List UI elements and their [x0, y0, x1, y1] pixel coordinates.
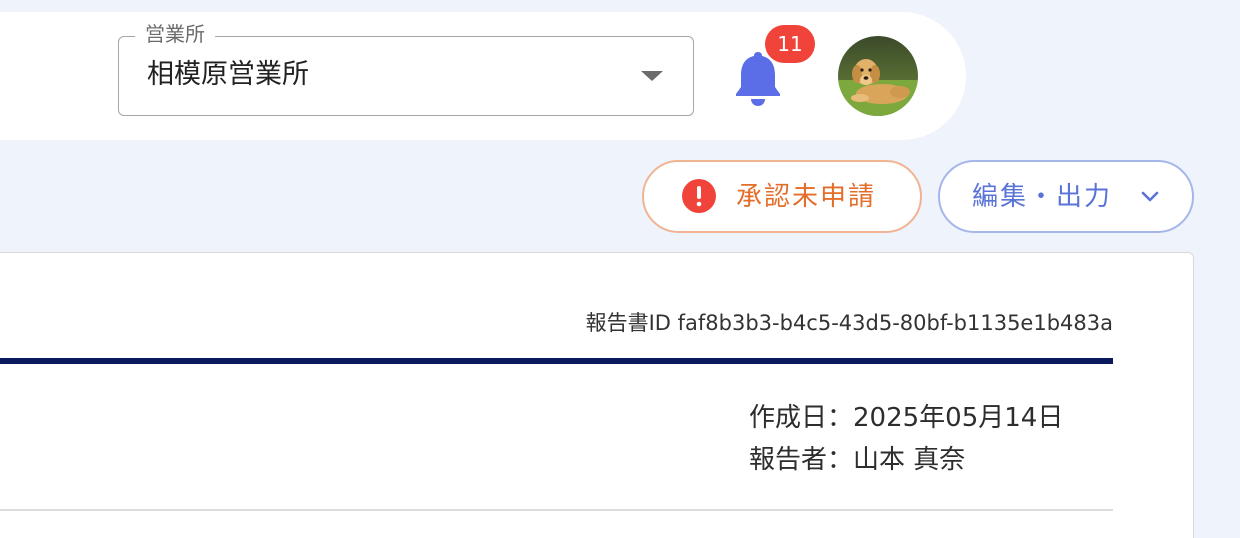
office-select[interactable]: 営業所 相模原営業所: [118, 21, 694, 116]
notification-count-badge: 11: [765, 25, 815, 63]
office-select-value: 相模原営業所: [147, 59, 309, 90]
reporter-name: 報告者：山本 真奈: [749, 445, 966, 475]
page: 営業所 相模原営業所 11 承認未申請 編集・出力 報告書ID faf8b3b3…: [0, 0, 1240, 538]
edit-output-label: 編集・出力: [972, 182, 1113, 212]
exclamation-circle-icon: [682, 179, 716, 213]
header-divider: [0, 358, 1113, 364]
section-divider: [0, 509, 1113, 511]
edit-output-button[interactable]: 編集・出力: [938, 160, 1194, 233]
office-select-label: 営業所: [135, 21, 215, 47]
golden-retriever-avatar-icon: [838, 36, 918, 116]
report-meta: 作成日：2025年05月14日 報告者：山本 真奈: [749, 397, 1063, 481]
dropdown-arrow-icon[interactable]: [641, 71, 663, 81]
report-id-label: 報告書ID: [585, 311, 671, 335]
report-card: 報告書ID faf8b3b3-b4c5-43d5-80bf-b1135e1b48…: [0, 252, 1194, 538]
chevron-down-icon: [1141, 191, 1159, 202]
approval-status-label: 承認未申請: [736, 182, 877, 212]
report-id: 報告書ID faf8b3b3-b4c5-43d5-80bf-b1135e1b48…: [586, 309, 1113, 337]
avatar[interactable]: [838, 36, 918, 116]
report-id-value: faf8b3b3-b4c5-43d5-80bf-b1135e1b483a: [677, 311, 1113, 335]
approval-status-button[interactable]: 承認未申請: [642, 160, 922, 233]
created-date: 作成日：2025年05月14日: [749, 403, 1064, 433]
